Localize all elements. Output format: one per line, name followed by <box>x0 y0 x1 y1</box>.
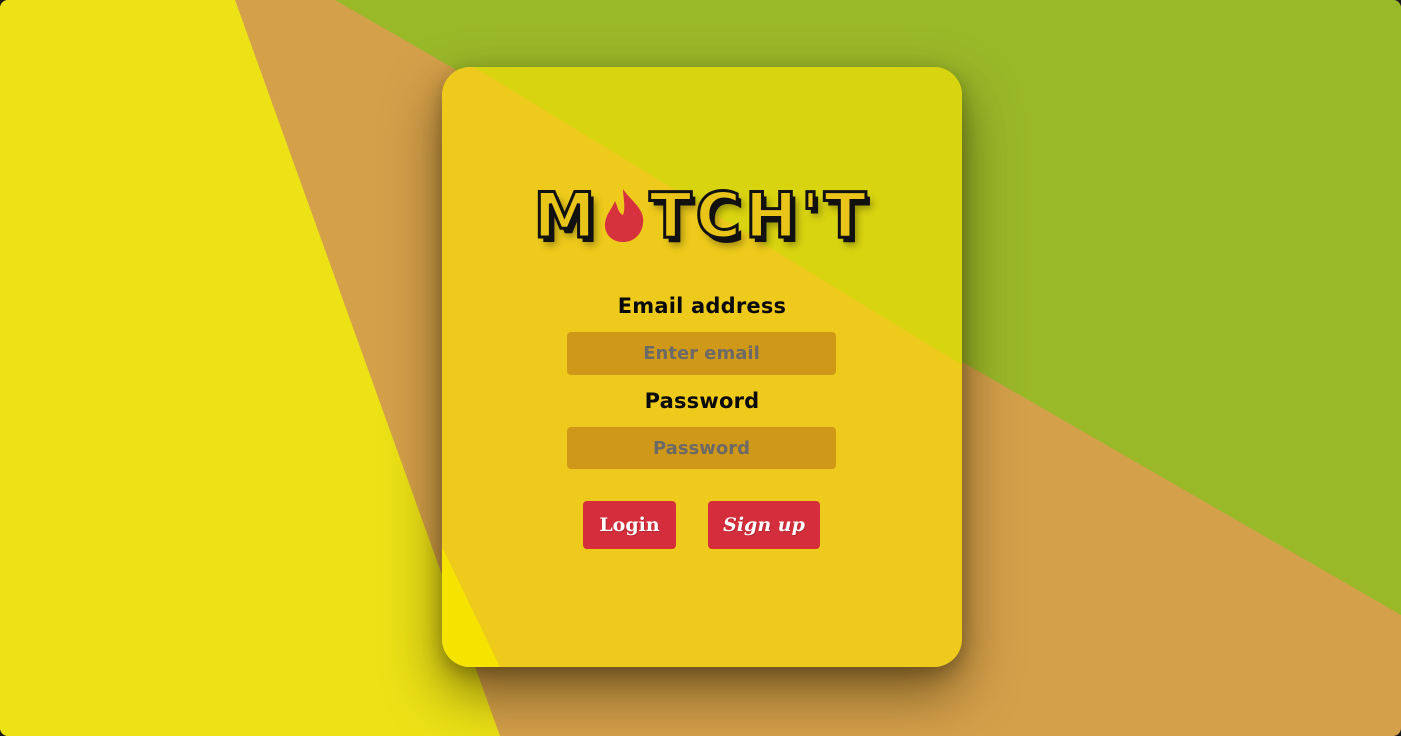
brand-logo: M TCH'T <box>442 183 962 248</box>
logo-text-left: M <box>532 179 600 252</box>
login-button[interactable]: Login <box>583 501 676 549</box>
email-label: Email address <box>617 294 787 318</box>
app-window: MTCH'T Email address Password Login Sign… <box>0 0 1401 736</box>
login-form: MTCH'T Email address Password Login Sign… <box>442 67 962 667</box>
email-field[interactable] <box>567 332 836 375</box>
logo-text-right: TCH'T <box>648 179 871 252</box>
signup-button[interactable]: Sign up <box>708 501 820 549</box>
login-card: MTCH'T Email address Password Login Sign… <box>442 67 962 667</box>
password-label: Password <box>644 389 760 413</box>
flame-icon <box>601 187 647 243</box>
password-field[interactable] <box>567 427 836 469</box>
